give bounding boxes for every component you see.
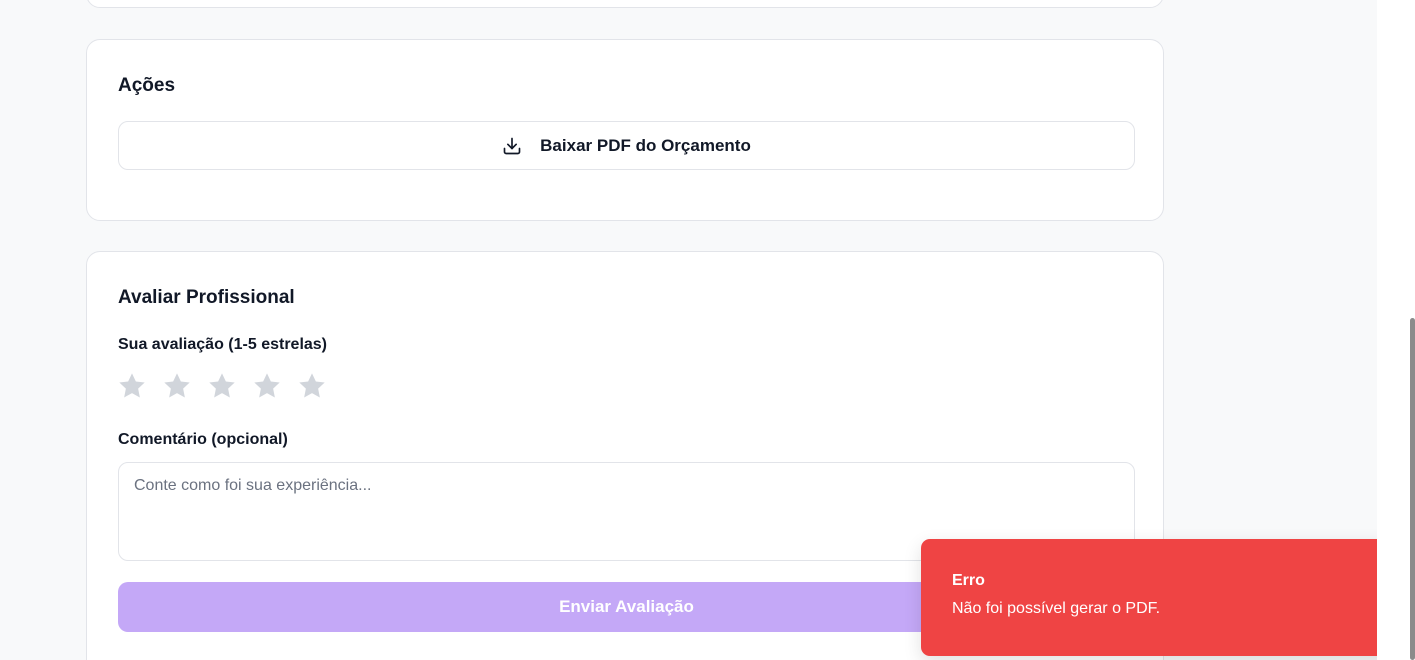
comment-label: Comentário (opcional) [118,431,288,448]
previous-card [86,0,1164,8]
download-pdf-label: Baixar PDF do Orçamento [540,135,751,155]
rating-title: Avaliar Profissional [118,287,295,308]
star-5-icon[interactable] [296,370,328,402]
toast-message: Não foi possível gerar o PDF. [952,600,1161,617]
star-1-icon[interactable] [116,370,148,402]
actions-card: Ações Baixar PDF do Orçamento [86,39,1164,221]
page: Ações Baixar PDF do Orçamento Avaliar Pr… [0,0,1415,660]
download-icon [502,136,522,156]
download-pdf-button[interactable]: Baixar PDF do Orçamento [118,121,1135,170]
star-rating [116,370,328,402]
star-4-icon[interactable] [251,370,283,402]
actions-title: Ações [118,75,176,96]
rating-label: Sua avaliação (1-5 estrelas) [118,336,328,353]
star-2-icon[interactable] [161,370,193,402]
toast-title: Erro [952,572,985,589]
scrollbar-thumb[interactable] [1410,318,1415,660]
star-3-icon[interactable] [206,370,238,402]
error-toast: Erro Não foi possível gerar o PDF. [921,539,1406,656]
